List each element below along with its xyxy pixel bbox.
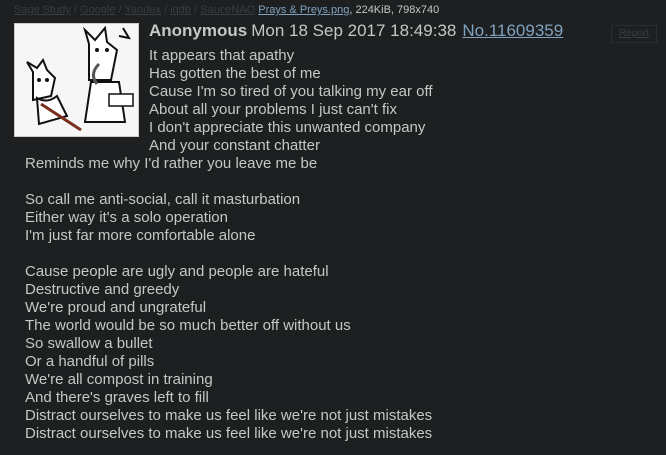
- search-link-4[interactable]: SauceNAO: [200, 4, 255, 16]
- body-line: Or a handful of pills: [25, 353, 155, 370]
- body-line: The world would be so much better off wi…: [25, 317, 351, 334]
- body-line: I don't appreciate this unwanted company: [149, 119, 426, 136]
- body-line: We're all compost in training: [25, 371, 213, 388]
- search-link-2[interactable]: Yandex: [125, 4, 162, 16]
- body-line: Distract ourselves to make us feel like …: [25, 407, 433, 424]
- body-line: So call me anti-social, call it masturba…: [25, 191, 301, 208]
- file-name-link[interactable]: Prays & Preys.png: [258, 4, 349, 16]
- body-line: It appears that apathy: [149, 47, 295, 64]
- body-line: Cause people are ugly and people are hat…: [25, 263, 329, 280]
- body-line: We're proud and ungrateful: [25, 299, 207, 316]
- body-line: And your constant chatter: [149, 137, 320, 154]
- body-line: So swallow a bullet: [25, 335, 153, 352]
- report-button[interactable]: Report: [611, 25, 657, 43]
- search-link-3[interactable]: iqdb: [170, 4, 191, 16]
- body-line: About all your problems I just can't fix: [149, 101, 397, 118]
- body-line: Either way it's a solo operation: [25, 209, 228, 226]
- post-number-link[interactable]: No.11609359: [462, 21, 563, 40]
- search-link-0[interactable]: Sage Study: [14, 4, 71, 16]
- body-line: Destructive and greedy: [25, 281, 180, 298]
- search-link-1[interactable]: Google: [80, 4, 115, 16]
- body-line: I'm just far more comfortable alone: [25, 227, 256, 244]
- file-meta: , 224KiB, 798x740: [349, 4, 440, 16]
- image-search-links: Sage Study / Google / Yandex / iqdb / Sa…: [14, 4, 256, 16]
- body-line: Cause I'm so tired of you talking my ear…: [149, 83, 433, 100]
- body-line: Has gotten the best of me: [149, 65, 321, 82]
- cartoon-animals-image: [15, 24, 138, 136]
- post-header: Anonymous Mon 18 Sep 2017 18:49:38 No.1160…: [149, 21, 563, 41]
- body-line: Distract ourselves to make us feel like …: [25, 425, 433, 442]
- file-info: Sage Study / Google / Yandex / iqdb / Sa…: [14, 4, 439, 16]
- body-line: And there's graves left to fill: [25, 389, 209, 406]
- post-date: Mon 18 Sep 2017 18:49:38: [251, 21, 457, 40]
- body-line: Reminds me why I'd rather you leave me b…: [25, 155, 318, 172]
- poster-name: Anonymous: [149, 21, 248, 40]
- post-thumbnail[interactable]: [14, 23, 139, 137]
